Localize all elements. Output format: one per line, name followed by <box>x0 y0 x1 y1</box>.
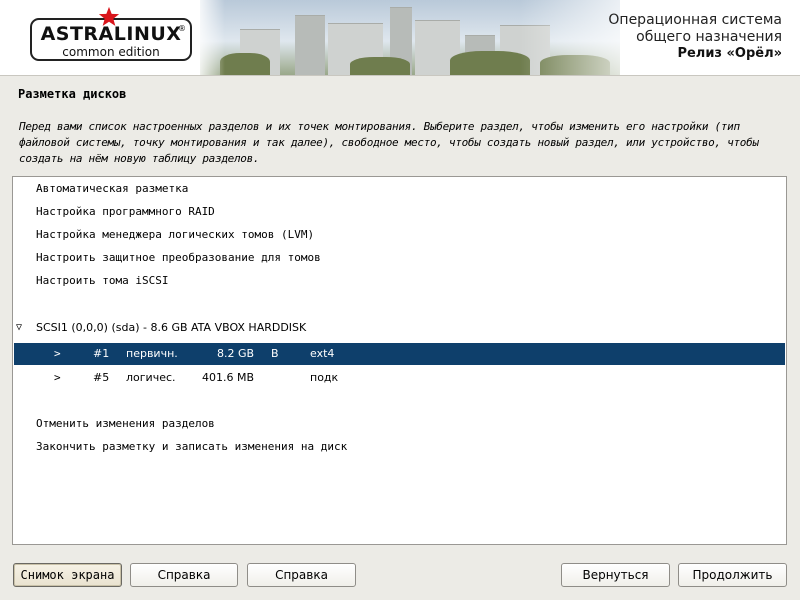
back-button[interactable]: Вернуться <box>561 563 670 587</box>
list-item-disk-sda[interactable]: ▽ SCSI1 (0,0,0) (sda) - 8.6 GB ATA VBOX … <box>14 317 785 339</box>
header-divider <box>0 75 800 76</box>
page-title: Разметка дисков <box>18 87 127 101</box>
partition-flag: B <box>271 347 279 360</box>
partition-type: первичн. <box>126 347 178 360</box>
header-banner: ASTRALINUX ® common edition Операционная… <box>0 0 800 75</box>
partition-arrow: > <box>54 347 61 360</box>
screenshot-button[interactable]: Снимок экрана <box>13 563 122 587</box>
red-star-icon <box>98 6 120 26</box>
partition-filesystem: подк <box>310 371 339 384</box>
disk-label: SCSI1 (0,0,0) (sda) - 8.6 GB ATA VBOX HA… <box>36 321 307 334</box>
partition-list[interactable]: Автоматическая разметка Настройка програ… <box>12 176 787 545</box>
list-item-undo-changes[interactable]: Отменить изменения разделов <box>14 413 785 435</box>
logo-registered-mark: ® <box>178 24 186 33</box>
list-item-auto-partition[interactable]: Автоматическая разметка <box>14 178 785 200</box>
partition-row-1[interactable]: > #1 первичн. 8.2 GB B ext4 <box>14 343 785 365</box>
logo-subtitle: common edition <box>62 45 160 59</box>
expand-triangle-icon[interactable]: ▽ <box>16 317 22 339</box>
partition-filesystem: ext4 <box>310 347 335 360</box>
release-name: Релиз «Орёл» <box>677 46 782 61</box>
partition-type: логичес. <box>126 371 176 384</box>
partition-number: #5 <box>93 371 110 384</box>
continue-button[interactable]: Продолжить <box>678 563 787 587</box>
partition-number: #1 <box>93 347 110 360</box>
partition-row-5[interactable]: > #5 логичес. 401.6 MB подк <box>14 367 785 389</box>
partition-size: 401.6 MB <box>202 371 255 384</box>
list-item-encrypted-volumes[interactable]: Настроить защитное преобразование для то… <box>14 247 785 269</box>
list-item-lvm[interactable]: Настройка менеджера логических томов (LV… <box>14 224 785 246</box>
os-line-2: общего назначения <box>636 29 782 45</box>
partition-size: 8.2 GB <box>217 347 255 360</box>
instructions-text: Перед вами список настроенных разделов и… <box>19 120 759 165</box>
partition-arrow: > <box>54 371 61 384</box>
os-line-1: Операционная система <box>608 12 782 28</box>
help-button[interactable]: Справка <box>130 563 238 587</box>
help-button-2[interactable]: Справка <box>247 563 356 587</box>
list-item-iscsi[interactable]: Настроить тома iSCSI <box>14 270 785 292</box>
list-item-finish-partitioning[interactable]: Закончить разметку и записать изменения … <box>14 436 785 458</box>
os-description: Операционная система общего назначения <box>608 12 782 46</box>
list-item-software-raid[interactable]: Настройка программного RAID <box>14 201 785 223</box>
